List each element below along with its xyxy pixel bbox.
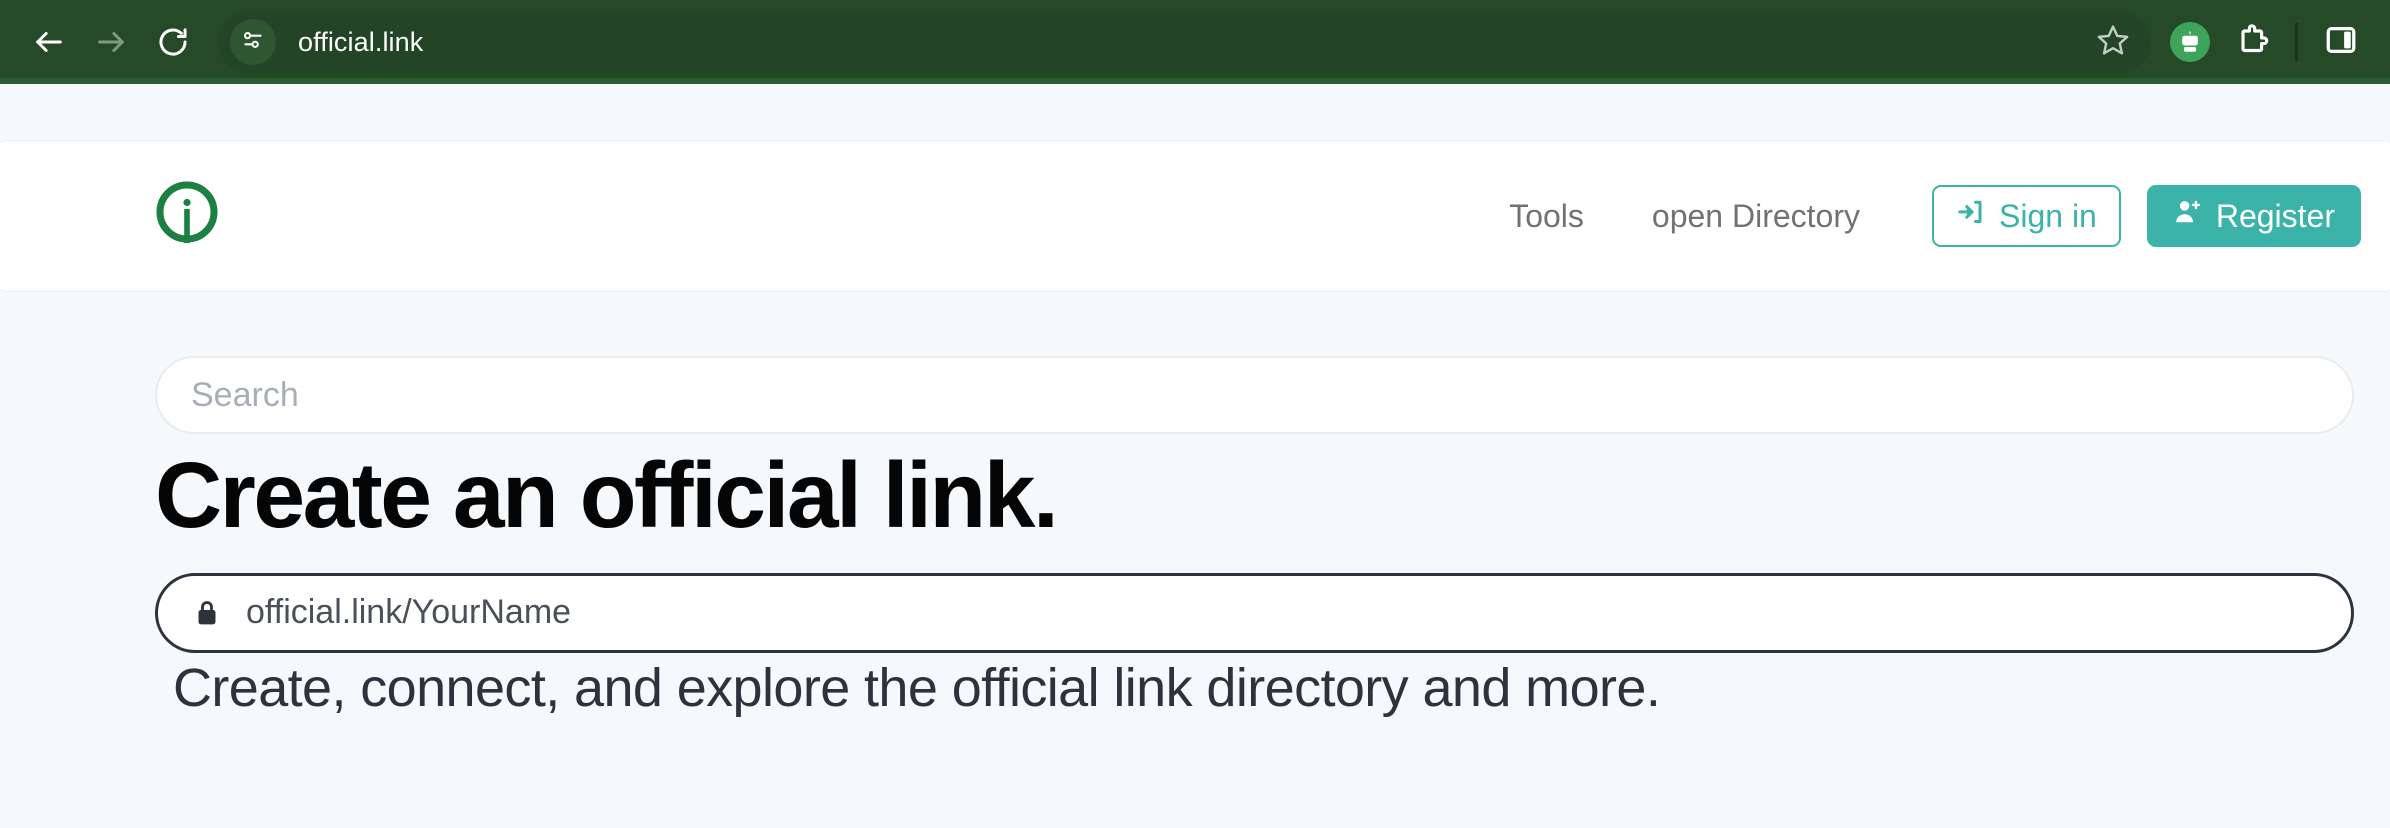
robot-avatar-icon xyxy=(2170,22,2210,62)
puzzle-piece-icon xyxy=(2234,22,2270,63)
bookmark-button[interactable] xyxy=(2085,14,2141,70)
address-bar[interactable]: official.link xyxy=(218,11,2151,73)
site-logo[interactable] xyxy=(145,174,229,258)
sign-in-arrow-icon xyxy=(1956,197,1986,235)
side-panel-button[interactable] xyxy=(2310,11,2372,73)
back-arrow-icon xyxy=(32,25,66,59)
nav-link-tools[interactable]: Tools xyxy=(1475,198,1618,235)
forward-arrow-icon xyxy=(94,25,128,59)
hero-section: Search Create an official link. official… xyxy=(155,356,2354,719)
header-nav: Tools open Directory Sign in Register xyxy=(1475,185,2361,247)
star-icon xyxy=(2096,23,2130,62)
lock-icon xyxy=(192,597,222,629)
official-link-info-logo xyxy=(145,172,229,261)
sign-in-label: Sign in xyxy=(1999,197,2097,234)
sign-in-button[interactable]: Sign in xyxy=(1932,185,2121,247)
site-settings-icon xyxy=(240,27,266,58)
site-settings-button[interactable] xyxy=(230,19,276,65)
hero-subtitle: Create, connect, and explore the officia… xyxy=(173,657,1661,718)
address-bar-url: official.link xyxy=(298,26,424,57)
forward-button[interactable] xyxy=(80,11,142,73)
browser-toolbar: official.link xyxy=(0,0,2390,84)
page-title: Create an official link. xyxy=(155,443,1059,547)
nav-link-open-directory[interactable]: open Directory xyxy=(1618,198,1894,235)
search-placeholder: Search xyxy=(191,375,299,414)
person-add-icon xyxy=(2173,197,2203,235)
page-content: Tools open Directory Sign in Register Se… xyxy=(0,84,2390,828)
register-label: Register xyxy=(2215,197,2335,234)
link-name-input[interactable]: official.link/YourName xyxy=(155,572,2354,653)
extensions-button[interactable] xyxy=(2221,11,2283,73)
link-name-placeholder: official.link/YourName xyxy=(246,593,572,632)
reload-icon xyxy=(156,25,190,59)
side-panel-icon xyxy=(2324,23,2358,62)
toolbar-divider xyxy=(2295,23,2298,61)
toolbar-right-actions xyxy=(2159,11,2372,73)
site-header: Tools open Directory Sign in Register xyxy=(0,140,2390,292)
reload-button[interactable] xyxy=(142,11,204,73)
search-input[interactable]: Search xyxy=(155,356,2354,434)
back-button[interactable] xyxy=(18,11,80,73)
register-button[interactable]: Register xyxy=(2146,185,2361,247)
profile-button[interactable] xyxy=(2159,11,2221,73)
